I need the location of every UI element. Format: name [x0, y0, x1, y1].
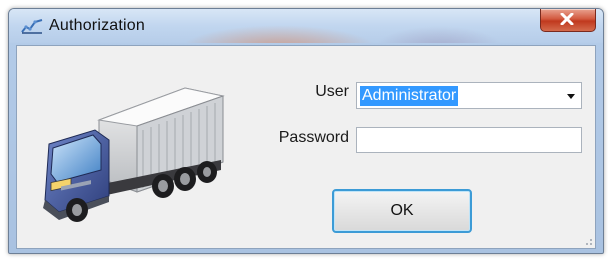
user-dropdown[interactable]: Administrator [356, 82, 582, 109]
user-selected-value: Administrator [360, 86, 459, 106]
dialog-body: User Administrator Password OK [16, 45, 596, 249]
network-chart-icon [21, 18, 43, 34]
user-label: User [315, 83, 349, 100]
authorization-dialog: Authorization User Administrator Passwor… [8, 8, 604, 254]
chevron-down-icon[interactable] [567, 94, 575, 99]
ok-button[interactable]: OK [332, 189, 472, 233]
password-field[interactable] [356, 127, 582, 153]
window-title: Authorization [49, 17, 145, 34]
password-label: Password [278, 129, 349, 146]
close-icon [560, 13, 574, 25]
truck-icon [43, 87, 225, 222]
close-button[interactable] [540, 9, 596, 32]
resize-grip-icon[interactable] [583, 236, 593, 246]
title-bar[interactable]: Authorization [9, 9, 603, 43]
